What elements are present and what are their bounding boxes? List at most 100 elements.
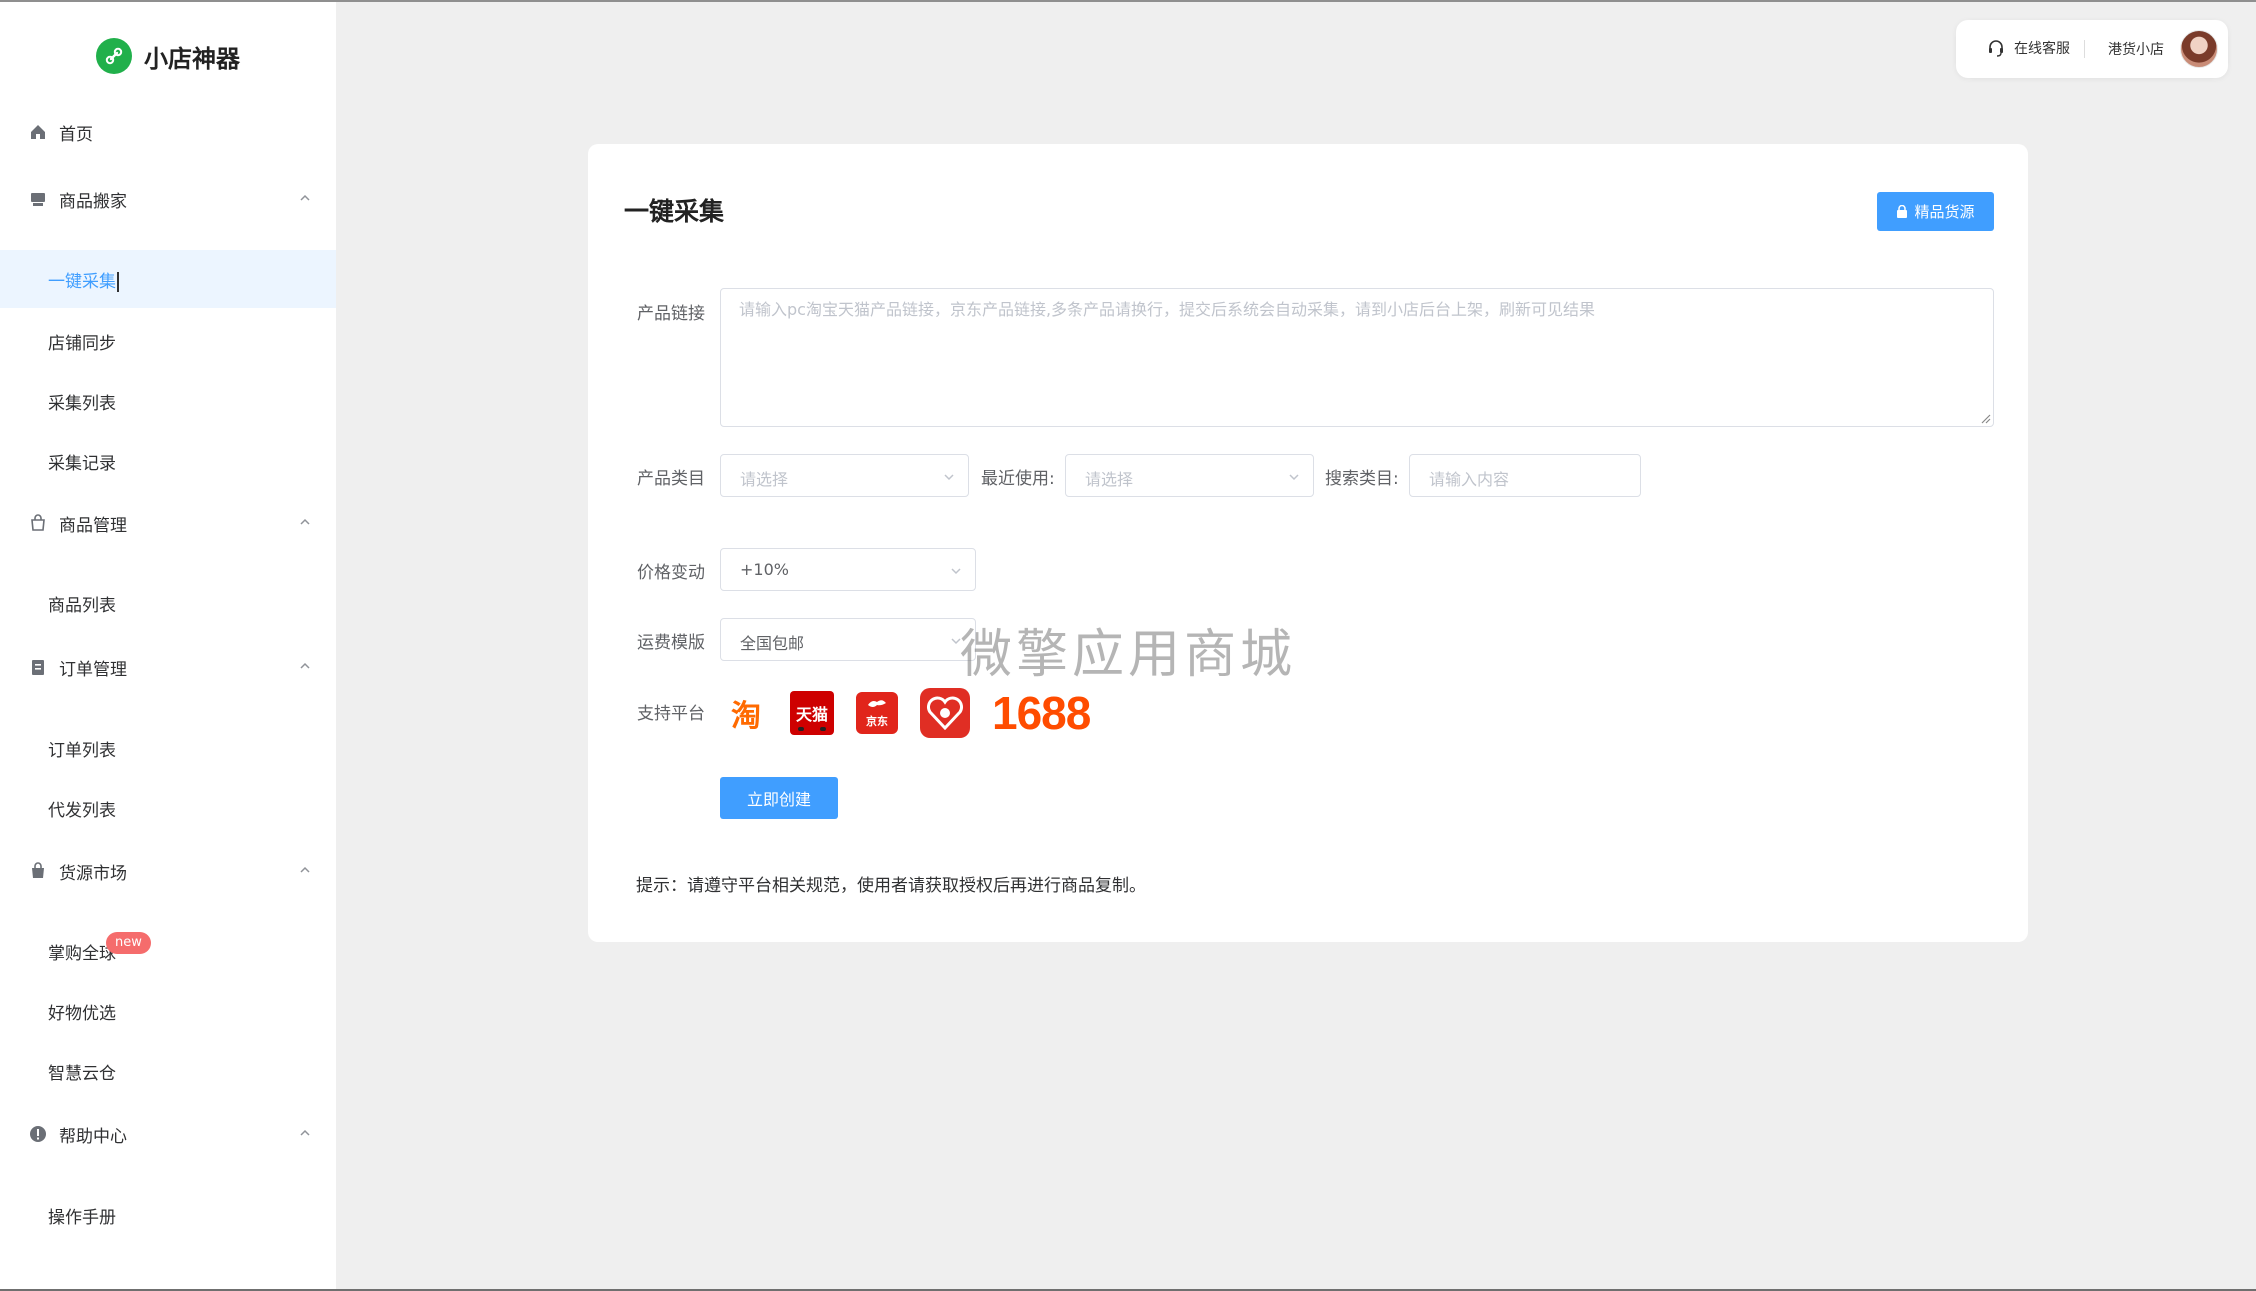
collect-card: 一键采集 精品货源 产品链接 请输入pc淘宝天猫产品链接，京东产品链接,多条产品… [588,144,2028,942]
chevron-down-icon [951,638,961,645]
sidebar-item-global-purchase[interactable]: 掌购全球 new [0,922,336,980]
chevron-up-icon [300,518,310,525]
resize-handle-icon[interactable] [1979,412,1991,424]
sidebar-item-home[interactable]: 首页 [0,112,336,152]
chevron-down-icon [951,568,961,575]
sidebar-group-label: 商品管理 [59,515,127,536]
new-badge: new [106,932,151,954]
shopping-bag-icon [32,862,44,878]
sidebar-item-label: 操作手册 [48,1207,116,1228]
product-link-textarea[interactable]: 请输入pc淘宝天猫产品链接，京东产品链接,多条产品请换行，提交后系统会自动采集，… [720,288,1994,427]
chevron-up-icon [300,194,310,201]
info-icon [30,1126,46,1142]
taobao-logo: 淘 [731,699,761,734]
recent-used-placeholder: 请选择 [1085,470,1134,489]
divider [2084,40,2085,58]
freight-template-label: 运费模版 [637,633,705,653]
jd-logo-text: 京东 [866,715,888,728]
category-label: 产品类目 [637,469,705,489]
sidebar-item-manual[interactable]: 操作手册 [0,1186,336,1244]
chevron-down-icon [944,474,954,481]
sidebar-item-collect-list[interactable]: 采集列表 [0,372,336,430]
sidebar-item-label: 订单列表 [48,740,116,761]
sidebar-item-label: 好物优选 [48,1003,116,1024]
sidebar-item-product-list[interactable]: 商品列表 [0,574,336,632]
link-logo-icon [96,38,132,74]
sidebar-item-label: 商品列表 [48,595,116,616]
recent-used-label: 最近使用: [981,469,1055,489]
tmall-logo: 天猫 [790,691,834,735]
platform-logos: 淘 天猫 京东 1688 [724,687,1112,739]
sidebar-item-one-click-collect[interactable]: 一键采集 [0,250,336,308]
tmall-eye-right [820,727,826,731]
sidebar-group-label: 商品搬家 [59,191,127,212]
avatar[interactable] [2180,30,2218,68]
1688-logo: 1688 [992,687,1091,739]
sidebar-item-good-picks[interactable]: 好物优选 [0,982,336,1040]
sidebar-item-label: 采集列表 [48,393,116,414]
sidebar-group-label: 订单管理 [59,659,127,680]
chevron-down-icon [1289,474,1299,481]
window-top-border [0,0,2256,2]
sidebar-item-label: 首页 [59,124,93,145]
sidebar-group-product-manage[interactable]: 商品管理 [0,503,336,543]
tip-text: 提示：请遵守平台相关规范，使用者请获取授权后再进行商品复制。 [636,876,1146,896]
sidebar-item-label: 智慧云仓 [48,1063,116,1084]
jd-dog-icon [868,700,886,707]
sidebar-item-label: 店铺同步 [48,333,116,354]
lock-icon [1897,205,1908,218]
category-select[interactable]: 请选择 [720,454,969,497]
app-logo[interactable]: 小店神器 [96,38,240,74]
sidebar-group-help-center[interactable]: 帮助中心 [0,1114,336,1154]
chevron-up-icon [300,662,310,669]
chevron-up-icon [300,1129,310,1136]
sidebar-group-label: 帮助中心 [59,1126,127,1147]
sidebar-item-dropship-list[interactable]: 代发列表 [0,779,336,837]
recent-used-select[interactable]: 请选择 [1065,454,1314,497]
platform-label: 支持平台 [637,704,705,724]
shop-icon [31,193,45,206]
sidebar-item-order-list[interactable]: 订单列表 [0,719,336,777]
headset-icon [1989,40,2003,57]
search-category-placeholder: 请输入内容 [1429,470,1510,489]
app-name: 小店神器 [144,44,240,73]
user-panel: 在线客服 港货小店 [1956,20,2228,78]
premium-source-label: 精品货源 [1914,203,1975,221]
search-category-input[interactable]: 请输入内容 [1409,454,1641,497]
sidebar-item-label: 一键采集 [48,267,119,292]
sidebar-item-collect-records[interactable]: 采集记录 [0,432,336,490]
category-placeholder: 请选择 [740,470,789,489]
product-link-placeholder: 请输入pc淘宝天猫产品链接，京东产品链接,多条产品请换行，提交后系统会自动采集，… [739,300,1596,319]
home-icon [31,125,45,139]
chevron-up-icon [300,866,310,873]
create-button[interactable]: 立即创建 [720,777,838,819]
support-label: 在线客服 [2014,41,2070,57]
shop-name[interactable]: 港货小店 [2108,39,2164,59]
pinduoduo-heart-icon [927,696,963,730]
search-category-label: 搜索类目: [1325,469,1399,489]
pinduoduo-logo [920,688,970,738]
price-change-label: 价格变动 [637,563,705,583]
price-change-value: +10% [740,560,789,579]
jd-logo: 京东 [856,692,898,734]
sidebar-group-label: 货源市场 [59,863,127,884]
page-title: 一键采集 [624,197,725,226]
sidebar-group-supply-market[interactable]: 货源市场 [0,851,336,891]
sidebar-item-label: 采集记录 [48,453,116,474]
price-change-select[interactable]: +10% [720,548,976,591]
tmall-logo-text: 天猫 [795,705,828,724]
sidebar-group-order-manage[interactable]: 订单管理 [0,647,336,687]
bag-icon [31,514,45,531]
freight-template-value: 全国包邮 [740,634,805,653]
tmall-eye-left [798,727,804,731]
sidebar-item-shop-sync[interactable]: 店铺同步 [0,312,336,370]
online-support-link[interactable]: 在线客服 [1986,38,2070,58]
sidebar-group-product-move[interactable]: 商品搬家 [0,179,336,219]
sidebar: 小店神器 首页 商品搬家 一键采集 店铺同步 采集列表 采集记录 商品管理 商品… [0,2,336,1289]
freight-template-select[interactable]: 全国包邮 [720,618,976,661]
clipboard-icon [32,660,44,675]
product-link-label: 产品链接 [637,304,705,324]
premium-source-button[interactable]: 精品货源 [1877,192,1994,231]
sidebar-item-label: 代发列表 [48,800,116,821]
sidebar-item-smart-warehouse[interactable]: 智慧云仓 [0,1042,336,1100]
